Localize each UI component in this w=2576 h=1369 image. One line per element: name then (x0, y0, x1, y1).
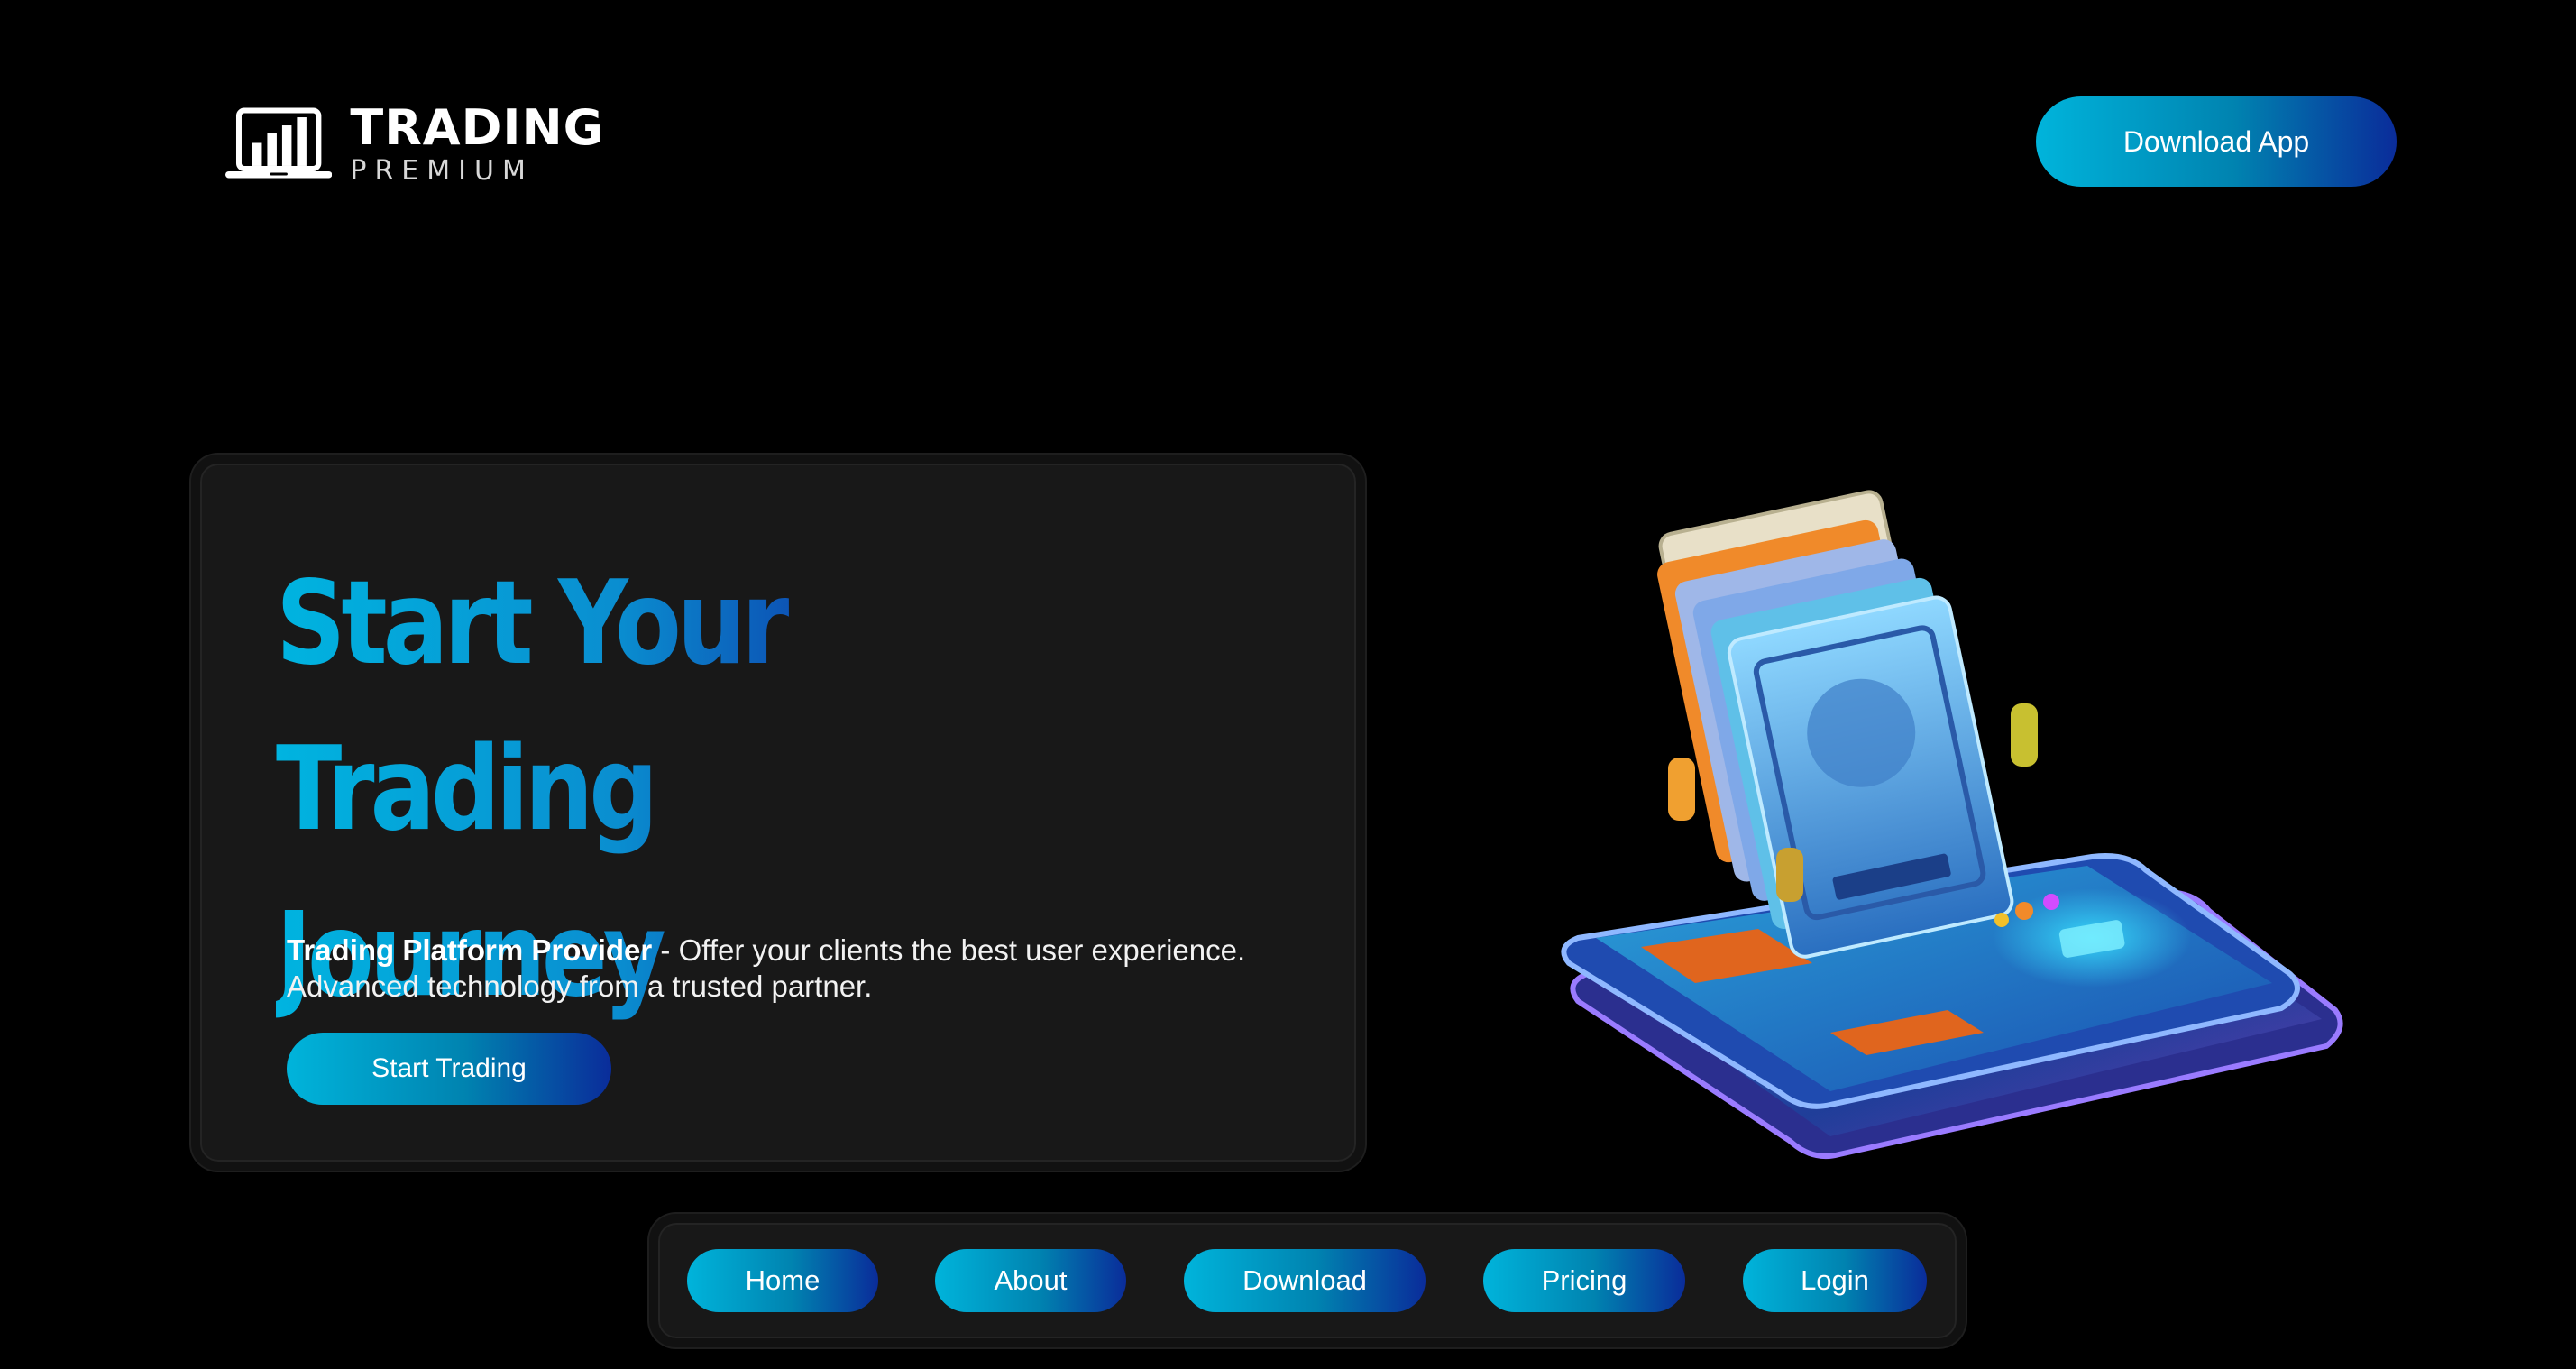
start-trading-button[interactable]: Start Trading (287, 1033, 611, 1105)
laptop-bar-chart-icon (225, 107, 333, 179)
brand-text: TRADING PREMIUM (350, 104, 604, 185)
nav-login-button[interactable]: Login (1743, 1249, 1927, 1312)
download-app-button[interactable]: Download App (2036, 96, 2397, 187)
nav-download-button[interactable]: Download (1184, 1249, 1426, 1312)
nav-pricing-button[interactable]: Pricing (1483, 1249, 1685, 1312)
brand-logo[interactable]: TRADING PREMIUM (225, 94, 604, 195)
nav-about-button[interactable]: About (935, 1249, 1126, 1312)
hero-description-bold: Trading Platform Provider (287, 933, 653, 967)
hero-description-rest: - Offer your clients the best user exper… (652, 933, 1246, 967)
brand-name: TRADING (350, 99, 604, 156)
phones-and-banknotes-illustration (1561, 490, 2343, 1160)
hero-description: Trading Platform Provider - Offer your c… (287, 933, 1324, 1005)
hero-description-line2: Advanced technology from a trusted partn… (287, 969, 873, 1003)
brand-tagline: PREMIUM (350, 155, 534, 187)
nav-home-button[interactable]: Home (687, 1249, 878, 1312)
